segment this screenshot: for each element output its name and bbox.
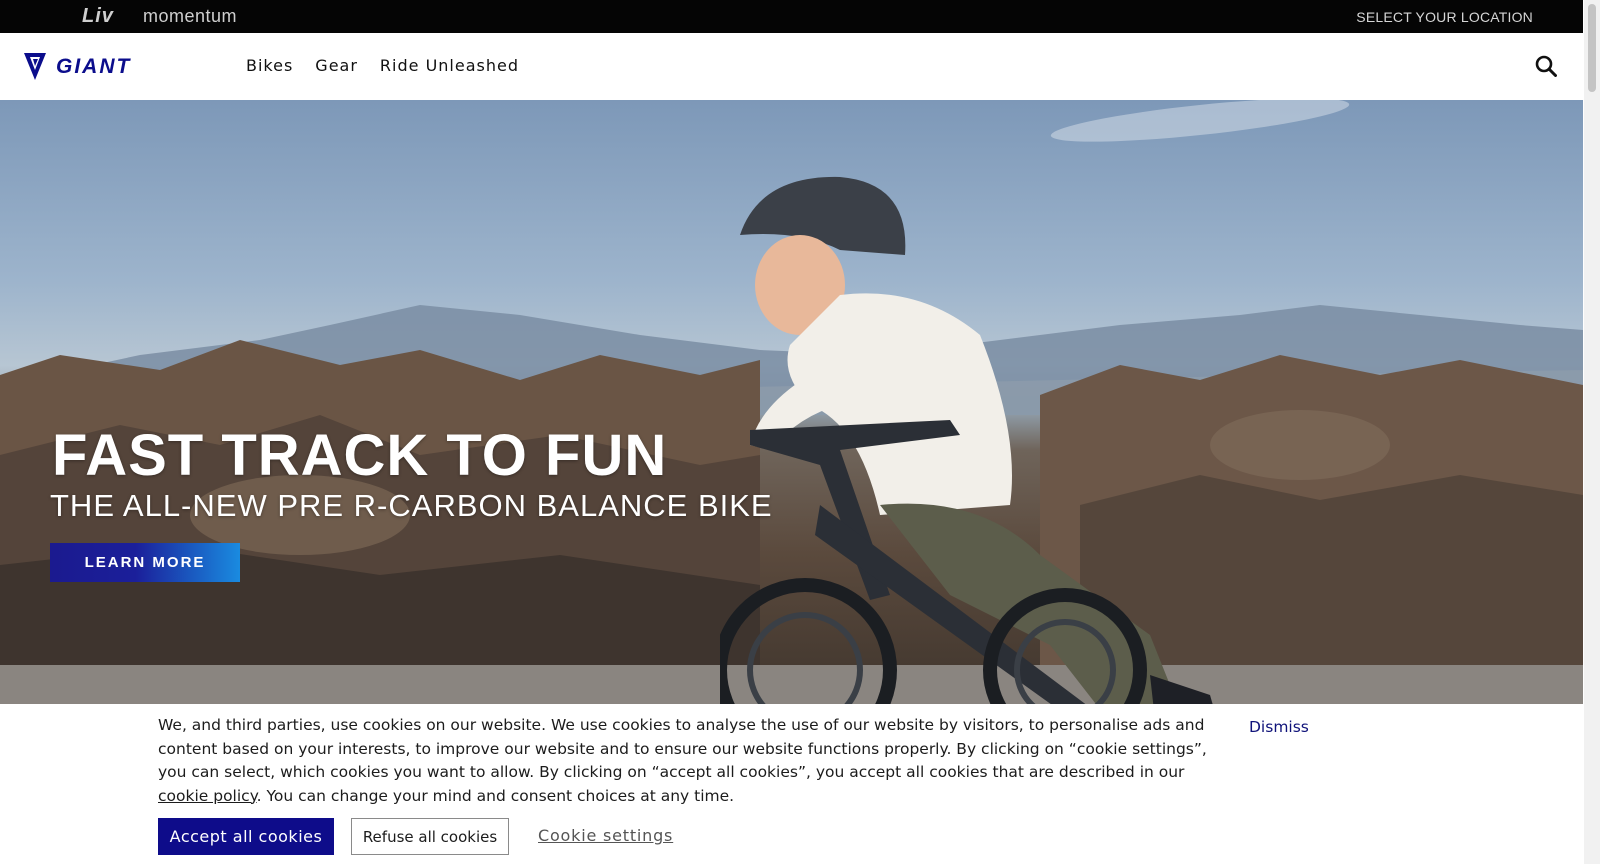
search-icon [1535,55,1557,77]
search-button[interactable] [1535,55,1557,81]
giant-logo-text: GIANT [56,54,132,78]
dismiss-link[interactable]: Dismiss [1249,718,1309,736]
nav-item-ride-unleashed[interactable]: Ride Unleashed [380,56,519,75]
hero-cloud [1049,100,1351,151]
scrollbar-thumb[interactable] [1588,4,1596,92]
cookie-consent-banner: We, and third parties, use cookies on ou… [0,704,1583,864]
page-scrollbar[interactable] [1584,0,1600,864]
cookie-consent-text: We, and third parties, use cookies on ou… [158,714,1218,808]
cookie-settings-link[interactable]: Cookie settings [538,826,673,845]
hero-banner: FAST TRACK TO FUN THE ALL-NEW PRE R-CARB… [0,100,1583,704]
giant-logo-icon [24,53,46,80]
nav-links: Bikes Gear Ride Unleashed [246,56,519,75]
child-on-balance-bike-image [720,176,1213,704]
momentum-brand-link[interactable]: momentum [143,6,237,27]
liv-brand-link[interactable]: Liv [82,5,114,28]
brand-bar: Liv momentum SELECT YOUR LOCATION [0,0,1583,33]
hero-subtitle: THE ALL-NEW PRE R-CARBON BALANCE BIKE [50,488,773,523]
hero-title: FAST TRACK TO FUN [52,423,668,488]
select-location-link[interactable]: SELECT YOUR LOCATION [1356,9,1533,25]
cookie-text-intro: We, and third parties, use cookies on ou… [158,716,1207,781]
main-navigation: GIANT Bikes Gear Ride Unleashed [0,33,1583,101]
cookie-text-outro: . You can change your mind and consent c… [256,786,735,805]
giant-logo[interactable]: GIANT [24,53,131,80]
refuse-all-cookies-button[interactable]: Refuse all cookies [351,818,509,855]
nav-item-bikes[interactable]: Bikes [246,56,293,75]
learn-more-button[interactable]: LEARN MORE [50,543,240,582]
cookie-policy-link[interactable]: cookie policy [158,787,257,805]
nav-item-gear[interactable]: Gear [315,56,358,75]
accept-all-cookies-button[interactable]: Accept all cookies [158,818,334,855]
